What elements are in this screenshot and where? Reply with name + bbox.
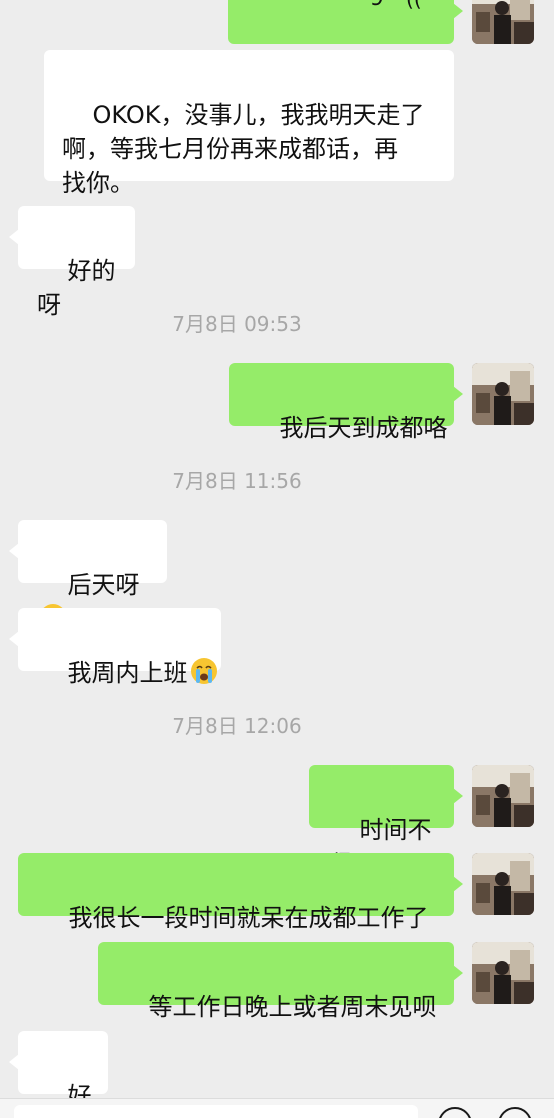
timestamp: 7月8日 11:56: [172, 469, 302, 493]
outgoing-message-bubble[interactable]: 等工作日晚上或者周末见呗: [98, 942, 463, 1021]
timestamp: 7月8日 12:06: [172, 714, 302, 738]
user-avatar[interactable]: [472, 853, 534, 915]
message-text: 我很长一段时间就呆在成都工作了: [68, 904, 429, 932]
outgoing-message-bubble[interactable]: 我很长一段时间就呆在成都工作了: [18, 853, 463, 932]
voice-duration: 9'': [370, 0, 396, 16]
user-avatar[interactable]: [472, 765, 534, 827]
incoming-message-bubble[interactable]: 我周内上班: [9, 608, 221, 687]
crying-face-emoji: [190, 658, 217, 684]
message-text: 我后天到成都咯: [279, 414, 448, 442]
outgoing-message-bubble[interactable]: 我后天到成都咯: [229, 363, 463, 442]
chat-window: 9'' ((· OKOK，没事儿，我我明天走了 啊，等我七月份再来成都话，再 找…: [0, 0, 554, 1118]
message-text: 等工作日晚上或者周末见呗: [148, 993, 437, 1021]
emoji-button-icon[interactable]: [438, 1107, 472, 1118]
message-text: 我周内上班: [67, 659, 188, 687]
timestamp: 7月8日 09:53: [172, 312, 302, 336]
voice-wave-icon: ((·: [406, 0, 428, 16]
user-avatar[interactable]: [472, 0, 534, 44]
outgoing-message-bubble[interactable]: 时间不紧: [309, 765, 463, 878]
message-text: OKOK，没事儿，我我明天走了 啊，等我七月份再来成都话，再 找你。: [62, 101, 425, 197]
voice-message-bubble[interactable]: 9'' ((·: [228, 0, 463, 44]
user-avatar[interactable]: [472, 363, 534, 425]
plus-button-icon[interactable]: [498, 1107, 532, 1118]
incoming-message-bubble[interactable]: 后天呀: [9, 520, 167, 630]
incoming-message-bubble[interactable]: 好滴: [9, 1031, 108, 1118]
user-avatar[interactable]: [472, 942, 534, 1004]
incoming-message-bubble[interactable]: OKOK，没事儿，我我明天走了 啊，等我七月份再来成都话，再 找你。: [44, 50, 454, 197]
message-input[interactable]: [14, 1105, 418, 1118]
incoming-message-bubble[interactable]: 好的呀: [9, 206, 135, 319]
message-text: 后天呀: [67, 571, 140, 599]
input-toolbar: [0, 1098, 554, 1118]
